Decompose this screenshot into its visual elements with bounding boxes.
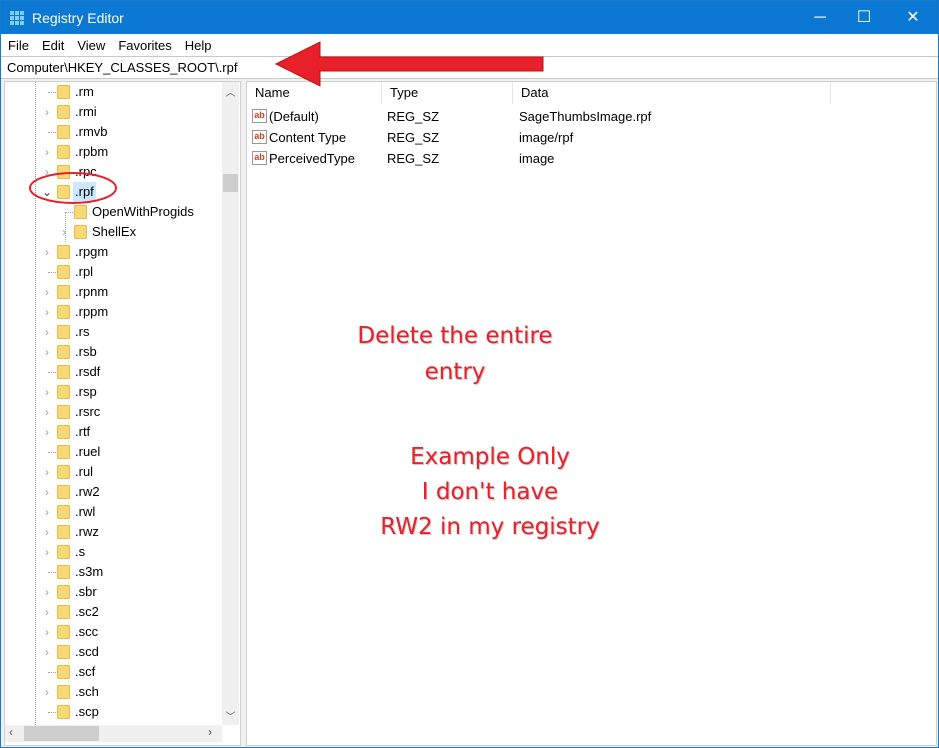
red-arrow-annotation [274,41,544,87]
annotation-line: entry [424,359,486,385]
annotation-delete-note: Delete the entire entry [330,318,580,390]
annotation-line: I don't have [421,479,559,505]
annotation-line: Example Only [410,444,570,470]
annotation-example-note: Example Only I don't have RW2 in my regi… [360,440,620,545]
annotation-line: Delete the entire [357,323,553,349]
red-circle-annotation [29,172,117,204]
annotation-line: RW2 in my registry [380,514,600,540]
